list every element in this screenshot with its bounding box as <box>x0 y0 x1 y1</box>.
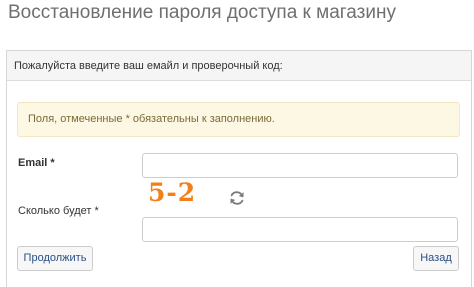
password-recovery-panel: Пожалуйста введите ваш емайл и проверочн… <box>6 50 472 287</box>
required-fields-notice: Поля, отмеченные * обязательны к заполне… <box>17 102 460 137</box>
required-mark: * <box>50 157 55 169</box>
page-title: Восстановление пароля доступа к магазину <box>8 2 396 23</box>
email-label: Email * <box>18 157 55 169</box>
email-field[interactable] <box>142 153 458 178</box>
refresh-icon[interactable] <box>228 189 246 207</box>
captcha-label-text: Сколько будет <box>18 205 92 217</box>
panel-heading: Пожалуйста введите ваш емайл и проверочн… <box>7 51 471 81</box>
continue-button[interactable]: Продолжить <box>17 246 93 271</box>
email-label-text: Email <box>18 157 48 169</box>
captcha-answer-field[interactable] <box>142 217 458 242</box>
captcha-label: Сколько будет * <box>18 205 99 217</box>
captcha-image: 5-2 <box>148 178 197 207</box>
back-button[interactable]: Назад <box>413 246 459 271</box>
required-mark: * <box>94 205 99 217</box>
